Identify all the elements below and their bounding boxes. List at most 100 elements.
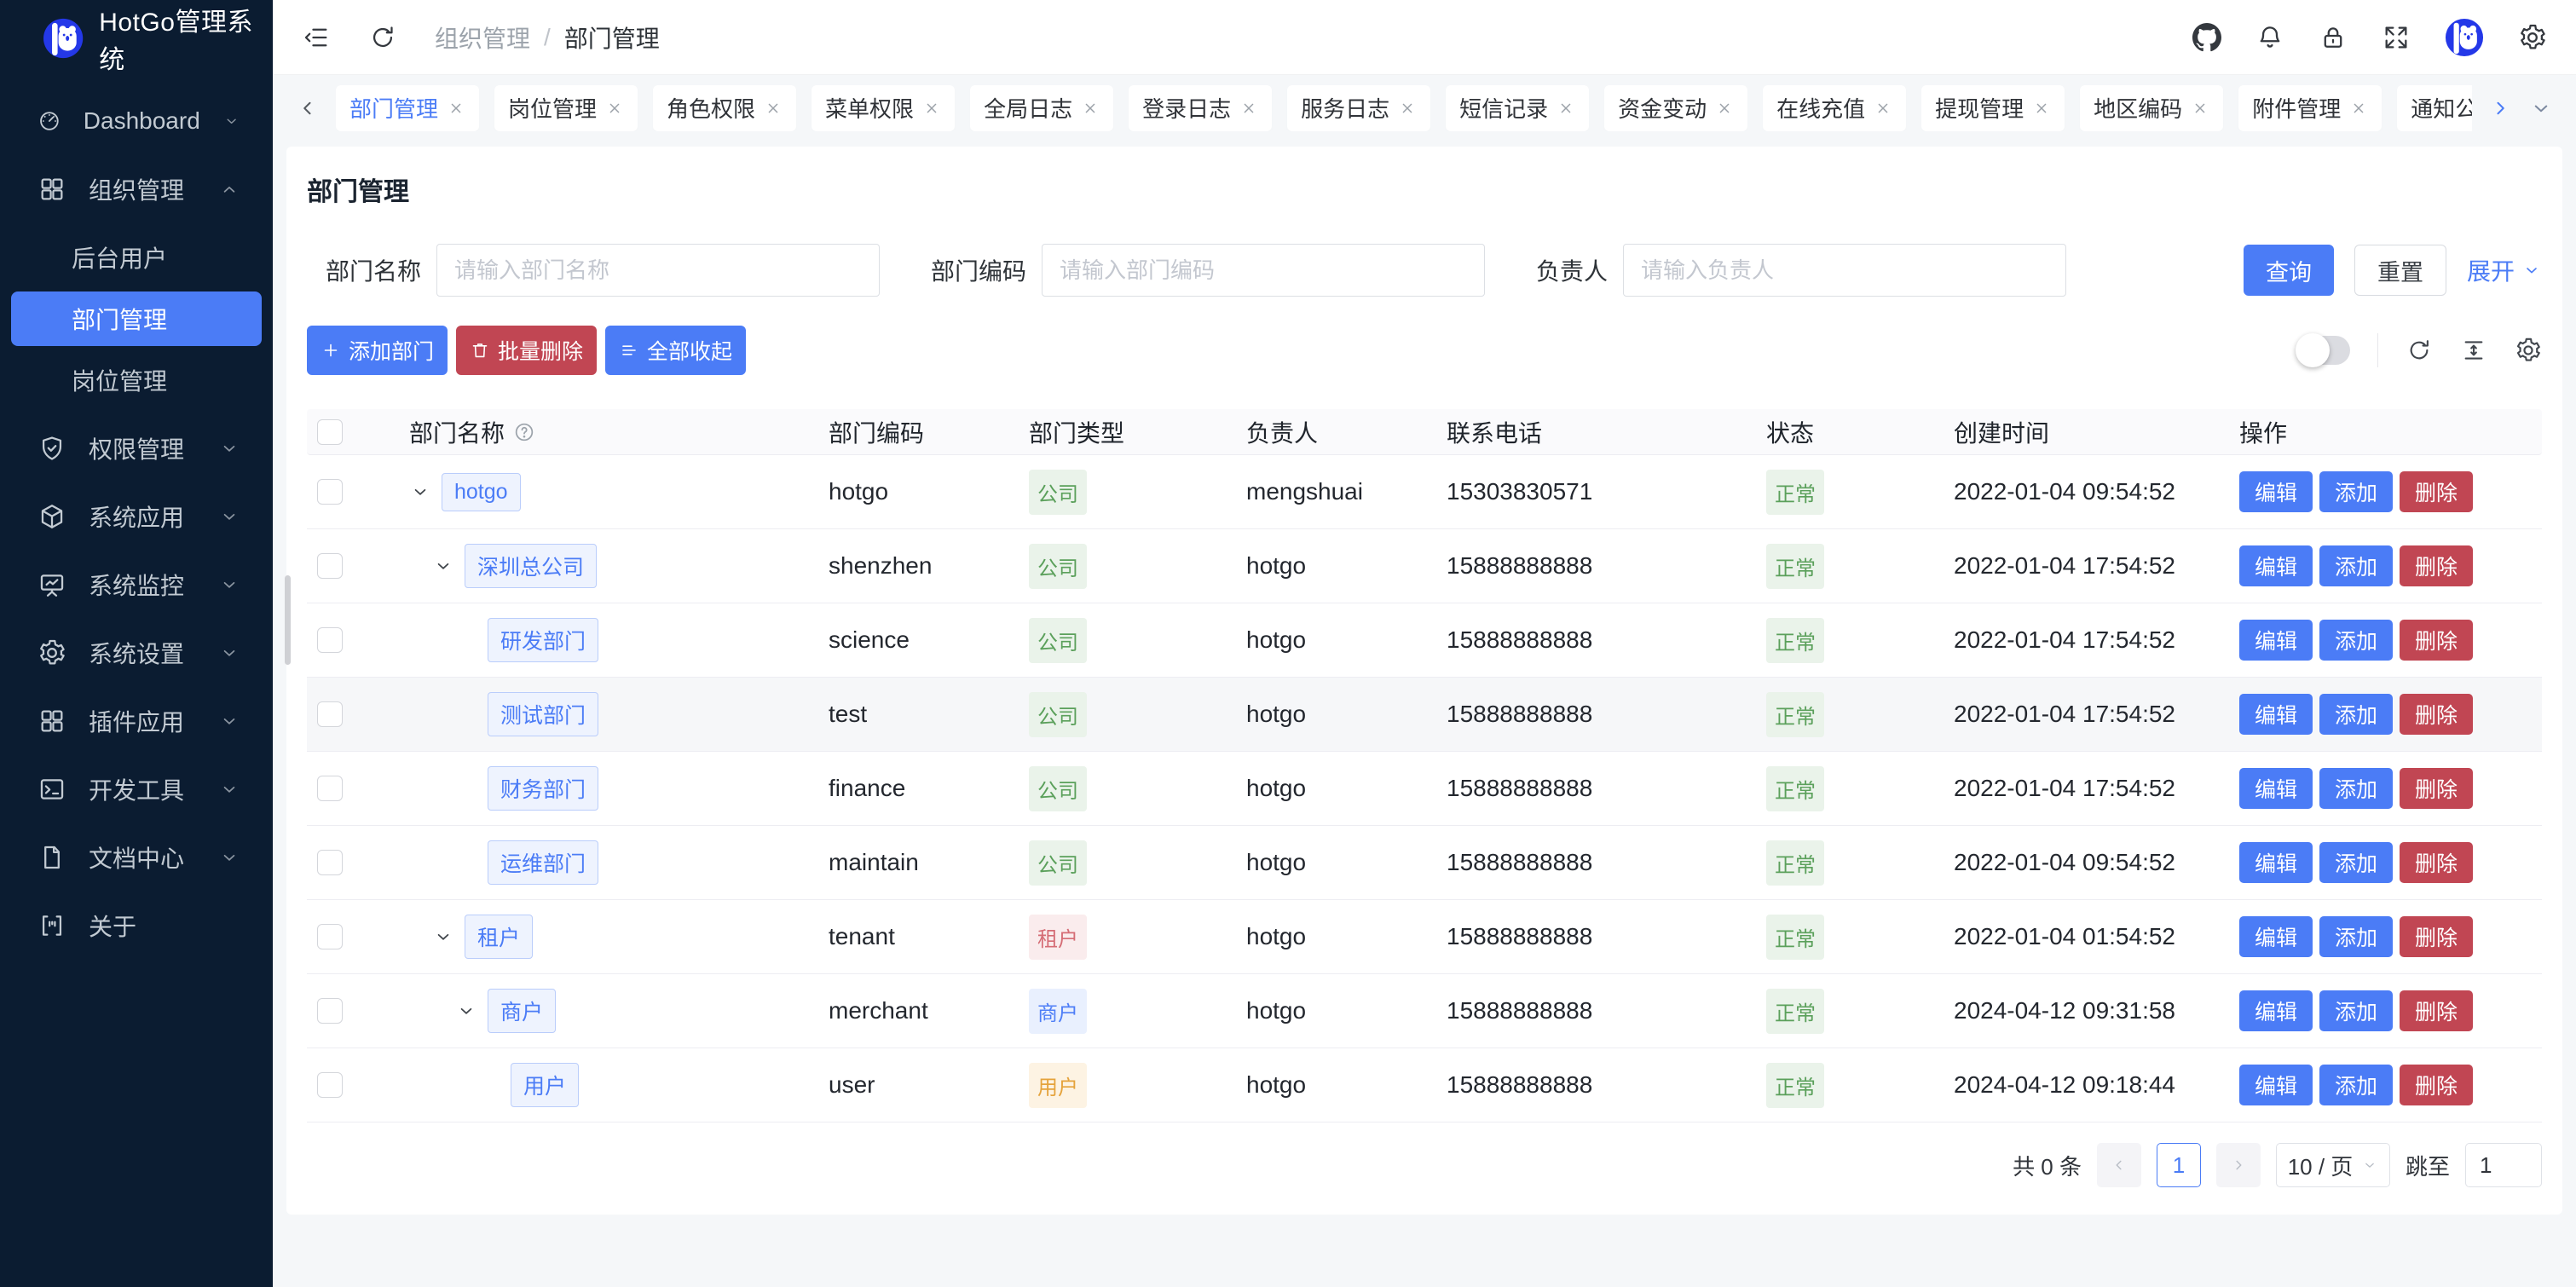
add-button[interactable]: 添加 — [2319, 842, 2393, 883]
lock-screen-icon[interactable] — [2319, 23, 2348, 52]
department-name-tag[interactable]: 财务部门 — [488, 766, 598, 811]
add-button[interactable]: 添加 — [2319, 1065, 2393, 1105]
tab-item-3[interactable]: 菜单权限 — [811, 85, 955, 131]
github-icon[interactable] — [2192, 23, 2221, 52]
app-logo[interactable]: HotGo管理系统 — [0, 0, 273, 77]
tab-item-13[interactable]: 通知公告 — [2397, 85, 2472, 131]
row-checkbox[interactable] — [317, 553, 343, 579]
reset-button[interactable]: 重置 — [2354, 245, 2446, 296]
tab-item-2[interactable]: 角色权限 — [653, 85, 796, 131]
column-settings-gear-icon[interactable] — [2515, 337, 2542, 364]
delete-button[interactable]: 删除 — [2400, 545, 2473, 586]
striped-toggle[interactable] — [2297, 336, 2350, 365]
select-all-checkbox[interactable] — [317, 419, 343, 445]
department-name-tag[interactable]: 测试部门 — [488, 692, 598, 736]
current-page-button[interactable]: 1 — [2157, 1143, 2201, 1187]
edit-button[interactable]: 编辑 — [2239, 471, 2313, 512]
sidebar-item-5[interactable]: 系统设置 — [0, 619, 273, 687]
department-name-tag[interactable]: 运维部门 — [488, 840, 598, 885]
add-button[interactable]: 添加 — [2319, 990, 2393, 1031]
edit-button[interactable]: 编辑 — [2239, 545, 2313, 586]
breadcrumb-parent[interactable]: 组织管理 — [435, 20, 530, 55]
row-checkbox[interactable] — [317, 701, 343, 727]
query-button[interactable]: 查询 — [2244, 245, 2334, 296]
department-name-tag[interactable]: 租户 — [465, 915, 533, 959]
row-height-icon[interactable] — [2460, 337, 2487, 364]
tab-close-icon[interactable] — [1874, 99, 1892, 118]
expand-toggle[interactable]: 展开 — [2467, 253, 2542, 287]
tab-item-12[interactable]: 附件管理 — [2238, 85, 2382, 131]
notification-bell-icon[interactable] — [2255, 23, 2284, 52]
reload-icon[interactable] — [368, 23, 397, 52]
edit-button[interactable]: 编辑 — [2239, 768, 2313, 809]
department-name-tag[interactable]: hotgo — [442, 473, 521, 511]
tab-item-9[interactable]: 在线充值 — [1763, 85, 1906, 131]
edit-button[interactable]: 编辑 — [2239, 842, 2313, 883]
sidebar-item-1[interactable]: 组织管理 — [0, 155, 273, 223]
row-expand-arrow-icon[interactable] — [432, 926, 454, 948]
tab-close-icon[interactable] — [1398, 99, 1417, 118]
tab-item-4[interactable]: 全局日志 — [970, 85, 1113, 131]
edit-button[interactable]: 编辑 — [2239, 694, 2313, 735]
tab-close-icon[interactable] — [2191, 99, 2209, 118]
collapse-all-button[interactable]: 全部收起 — [605, 326, 746, 375]
tab-close-icon[interactable] — [605, 99, 624, 118]
add-button[interactable]: 添加 — [2319, 620, 2393, 661]
tab-close-icon[interactable] — [922, 99, 941, 118]
row-checkbox[interactable] — [317, 998, 343, 1024]
tab-item-11[interactable]: 地区编码 — [2080, 85, 2223, 131]
sidebar-item-7[interactable]: 开发工具 — [0, 755, 273, 823]
delete-button[interactable]: 删除 — [2400, 990, 2473, 1031]
tab-item-7[interactable]: 短信记录 — [1446, 85, 1589, 131]
tabs-scroll-left-icon[interactable] — [295, 95, 321, 121]
fullscreen-icon[interactable] — [2382, 23, 2411, 52]
add-button[interactable]: 添加 — [2319, 916, 2393, 957]
tab-close-icon[interactable] — [1081, 99, 1100, 118]
row-expand-arrow-icon[interactable] — [432, 555, 454, 577]
department-name-tag[interactable]: 用户 — [511, 1063, 579, 1107]
row-checkbox[interactable] — [317, 924, 343, 949]
edit-button[interactable]: 编辑 — [2239, 990, 2313, 1031]
tabs-menu-icon[interactable] — [2528, 95, 2554, 121]
delete-button[interactable]: 删除 — [2400, 768, 2473, 809]
page-size-select[interactable]: 10 / 页 — [2276, 1143, 2390, 1187]
tab-close-icon[interactable] — [447, 99, 465, 118]
settings-gear-icon[interactable] — [2518, 23, 2547, 52]
delete-button[interactable]: 删除 — [2400, 694, 2473, 735]
tab-close-icon[interactable] — [1239, 99, 1258, 118]
batch-delete-button[interactable]: 批量删除 — [456, 326, 597, 375]
tab-close-icon[interactable] — [764, 99, 783, 118]
edit-button[interactable]: 编辑 — [2239, 620, 2313, 661]
edit-button[interactable]: 编辑 — [2239, 916, 2313, 957]
prev-page-button[interactable] — [2097, 1143, 2141, 1187]
page-jump-input[interactable] — [2465, 1143, 2542, 1187]
sidebar-item-9[interactable]: 关于 — [0, 892, 273, 960]
user-avatar[interactable] — [2445, 18, 2484, 57]
sidebar-item-3[interactable]: 系统应用 — [0, 482, 273, 551]
add-department-button[interactable]: 添加部门 — [307, 326, 448, 375]
sidebar-item-8[interactable]: 文档中心 — [0, 823, 273, 892]
tab-close-icon[interactable] — [1715, 99, 1734, 118]
row-checkbox[interactable] — [317, 627, 343, 653]
tab-item-6[interactable]: 服务日志 — [1287, 85, 1430, 131]
delete-button[interactable]: 删除 — [2400, 842, 2473, 883]
delete-button[interactable]: 删除 — [2400, 916, 2473, 957]
row-expand-arrow-icon[interactable] — [455, 1000, 477, 1022]
question-circle-icon[interactable] — [513, 421, 535, 443]
tab-close-icon[interactable] — [1557, 99, 1575, 118]
delete-button[interactable]: 删除 — [2400, 471, 2473, 512]
sidebar-subitem-1-1[interactable]: 部门管理 — [11, 291, 262, 346]
add-button[interactable]: 添加 — [2319, 471, 2393, 512]
sidebar-scrollbar-thumb[interactable] — [285, 575, 291, 665]
add-button[interactable]: 添加 — [2319, 768, 2393, 809]
department-name-tag[interactable]: 研发部门 — [488, 618, 598, 662]
tab-item-5[interactable]: 登录日志 — [1129, 85, 1272, 131]
edit-button[interactable]: 编辑 — [2239, 1065, 2313, 1105]
dept-code-input[interactable] — [1042, 244, 1485, 297]
refresh-table-icon[interactable] — [2406, 337, 2433, 364]
tab-item-10[interactable]: 提现管理 — [1921, 85, 2065, 131]
owner-input[interactable] — [1623, 244, 2066, 297]
delete-button[interactable]: 删除 — [2400, 620, 2473, 661]
tab-item-0[interactable]: 部门管理 — [336, 85, 479, 131]
department-name-tag[interactable]: 商户 — [488, 989, 556, 1033]
